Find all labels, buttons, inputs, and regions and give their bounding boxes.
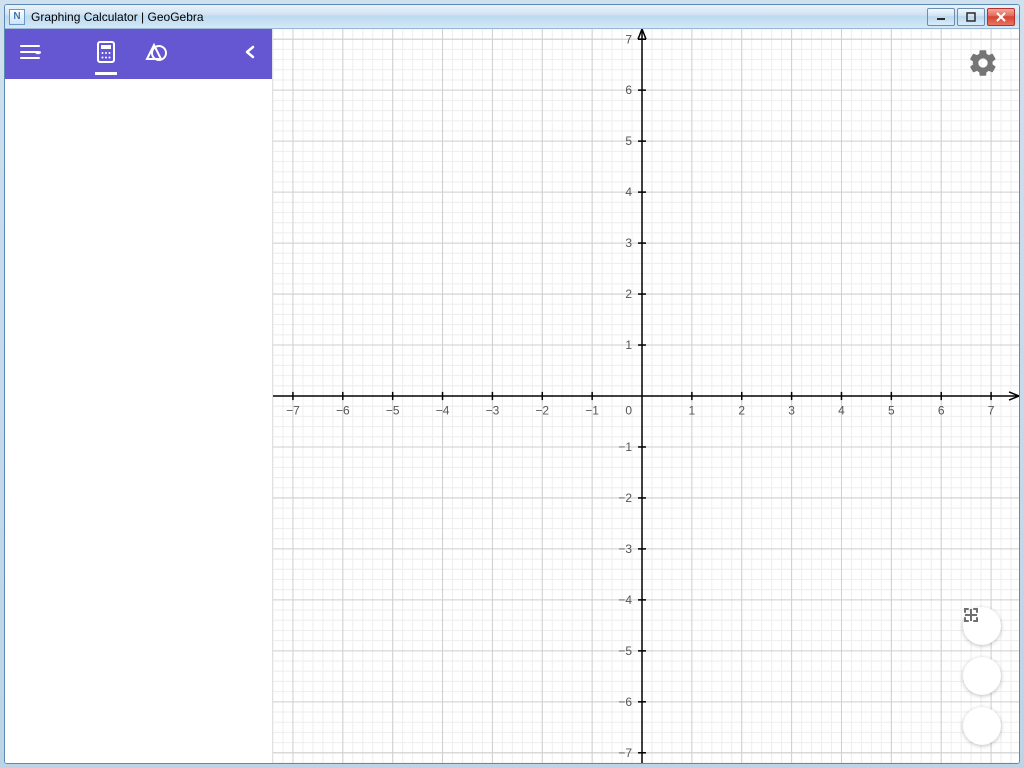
svg-text:−3: −3 [618,542,632,556]
svg-text:−4: −4 [436,403,450,417]
shapes-tab[interactable] [131,29,181,79]
titlebar[interactable]: N Graphing Calculator | GeoGebra [5,5,1019,29]
svg-text:−1: −1 [618,440,632,454]
svg-text:7: 7 [988,403,995,417]
svg-text:7: 7 [625,32,632,46]
sidebar [5,29,273,763]
close-button[interactable] [987,8,1015,26]
svg-text:1: 1 [625,338,632,352]
svg-text:−7: −7 [618,746,632,760]
zoom-controls [963,607,1001,745]
svg-text:3: 3 [788,403,795,417]
tools-tab[interactable] [81,29,131,79]
svg-text:6: 6 [625,83,632,97]
maximize-button[interactable] [957,8,985,26]
svg-text:5: 5 [888,403,895,417]
svg-text:−3: −3 [486,403,500,417]
graph-canvas[interactable]: −7 −6 −5 −4 −3 −2 −1 1 2 3 4 5 6 7 −7 −6 −5 −4 −3 −2 −1 1 2 3 4 5… [273,29,1019,763]
window-controls [927,8,1015,26]
svg-text:2: 2 [625,287,632,301]
svg-text:−4: −4 [618,593,632,607]
svg-text:0: 0 [625,403,632,417]
calculator-icon [96,41,116,68]
hamburger-menu-button[interactable] [5,29,55,79]
app-icon: N [9,9,25,25]
fullscreen-button[interactable] [963,707,1001,745]
svg-text:−6: −6 [336,403,350,417]
svg-text:3: 3 [625,236,632,250]
svg-text:5: 5 [625,134,632,148]
graph-settings-button[interactable] [967,47,999,79]
hamburger-icon [19,43,41,66]
chevron-left-icon [244,45,256,64]
sidebar-toolbar [5,29,272,79]
svg-text:−5: −5 [386,403,400,417]
shapes-icon [144,41,168,68]
svg-text:−1: −1 [585,403,599,417]
svg-text:−7: −7 [286,403,300,417]
sidebar-body [5,79,272,763]
svg-text:−5: −5 [618,644,632,658]
coordinate-grid: −7 −6 −5 −4 −3 −2 −1 1 2 3 4 5 6 7 −7 −6 −5 −4 −3 −2 −1 1 2 3 4 5… [273,29,1019,763]
svg-text:−2: −2 [535,403,549,417]
svg-text:6: 6 [938,403,945,417]
svg-text:1: 1 [689,403,696,417]
collapse-sidebar-button[interactable] [232,29,268,79]
svg-text:−2: −2 [618,491,632,505]
svg-text:4: 4 [838,403,845,417]
app-window: N Graphing Calculator | GeoGebra [4,4,1020,764]
svg-text:−6: −6 [618,695,632,709]
client-area: −7 −6 −5 −4 −3 −2 −1 1 2 3 4 5 6 7 −7 −6 −5 −4 −3 −2 −1 1 2 3 4 5… [5,29,1019,763]
svg-text:2: 2 [738,403,745,417]
svg-text:4: 4 [625,185,632,199]
window-title: Graphing Calculator | GeoGebra [31,10,204,24]
minimize-button[interactable] [927,8,955,26]
